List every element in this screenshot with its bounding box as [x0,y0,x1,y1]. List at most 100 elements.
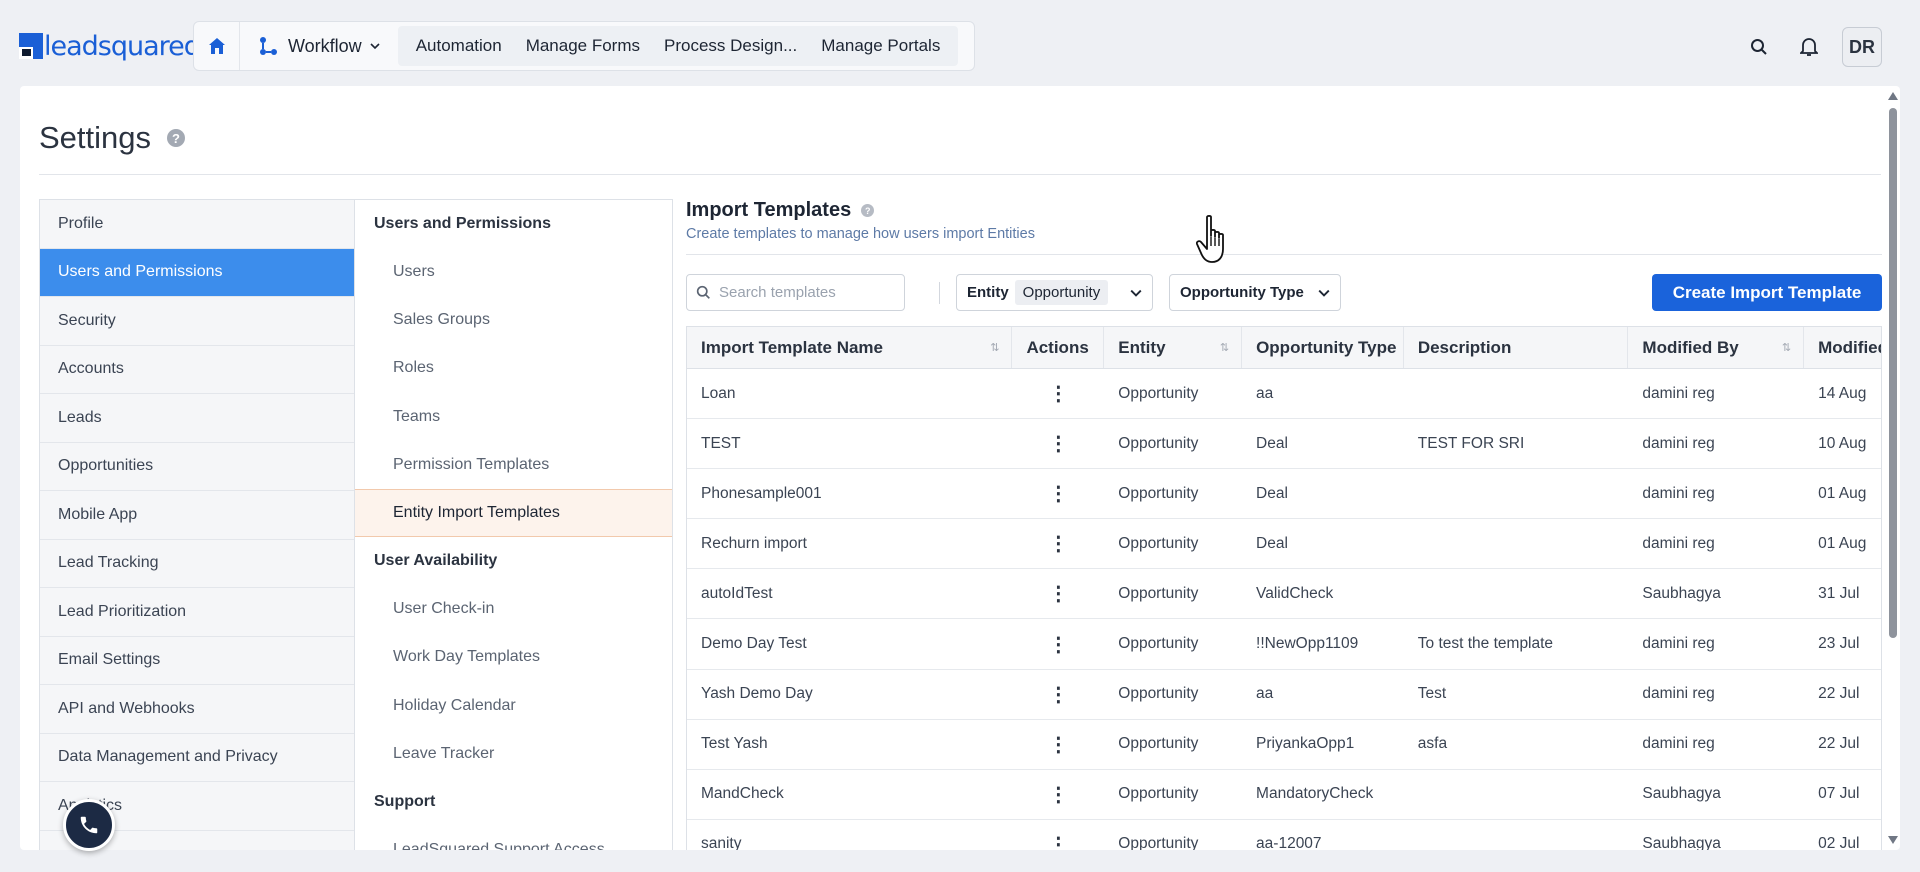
cell-description [1404,519,1629,568]
cell-name[interactable]: autoIdTest [687,569,1012,618]
cell-name[interactable]: TEST [687,419,1012,468]
table-row[interactable]: Rechurn import ⋮ Opportunity Deal damini reg… [687,519,1881,570]
search-button[interactable] [1742,30,1776,64]
workflow-label: Workflow [288,35,362,56]
submenu-item-support-access[interactable]: LeadSquared Support Access [355,826,672,850]
entity-filter[interactable]: Entity Opportunity [956,274,1153,311]
menu-item-accounts[interactable]: Accounts [40,345,354,394]
cell-entity: Opportunity [1118,484,1199,502]
submenu-item-holiday-calendar[interactable]: Holiday Calendar [355,682,672,730]
opportunity-type-filter[interactable]: Opportunity Type [1169,274,1341,311]
import-templates-panel: Import Templates ? Create templates to m… [686,199,1882,850]
cell-name[interactable]: MandCheck [687,770,1012,819]
cell-opportunity-type: aa-12007 [1256,835,1322,850]
row-actions-menu-icon[interactable]: ⋮ [1012,619,1104,668]
scroll-up-icon[interactable] [1888,92,1898,100]
submenu-item-sales-groups[interactable]: Sales Groups [355,296,672,344]
cell-modified-by: damini reg [1642,434,1715,452]
sort-icon[interactable]: ⇅ [990,341,999,354]
submenu-item-entity-import-templates[interactable]: Entity Import Templates [355,488,672,538]
row-actions-menu-icon[interactable]: ⋮ [1012,720,1104,769]
notifications-button[interactable] [1792,30,1826,64]
help-icon[interactable]: ? [861,204,875,217]
row-actions-menu-icon[interactable]: ⋮ [1012,469,1104,518]
menu-item-lead-prioritization[interactable]: Lead Prioritization [40,588,354,637]
col-header-description[interactable]: Description [1404,327,1629,368]
col-header-name[interactable]: Import Template Name ⇅ [687,327,1013,368]
row-actions-menu-icon[interactable]: ⋮ [1012,670,1104,719]
menu-item-email-settings[interactable]: Email Settings [40,636,354,685]
workflow-dropdown[interactable]: Workflow [240,28,396,64]
menu-item-lead-tracking[interactable]: Lead Tracking [40,539,354,588]
page-scrollbar[interactable] [1887,92,1899,844]
col-header-modified-on[interactable]: Modified On [1804,327,1881,368]
scroll-thumb[interactable] [1889,108,1897,638]
nav-manage-forms[interactable]: Manage Forms [514,36,652,56]
leadsquared-logo[interactable]: leadsquared [19,31,201,62]
menu-item-data-management[interactable]: Data Management and Privacy [40,733,354,782]
home-icon [208,38,225,54]
cell-name[interactable]: sanity [687,820,1012,850]
submenu-item-leave-tracker[interactable]: Leave Tracker [355,730,672,778]
menu-item-users-and-permissions[interactable]: Users and Permissions [40,248,354,297]
cell-name[interactable]: Demo Day Test [687,619,1012,668]
separator [939,282,940,304]
nav-manage-portals[interactable]: Manage Portals [809,36,952,56]
panel-title-text: Import Templates [686,199,852,221]
phone-button[interactable] [63,799,115,851]
col-header-actions: Actions [1012,327,1105,368]
cell-name[interactable]: Phonesample001 [687,469,1012,518]
table-row[interactable]: Loan ⋮ Opportunity aa damini reg 14 Aug [687,369,1881,420]
cell-name[interactable]: Rechurn import [687,519,1012,568]
table-row[interactable]: sanity ⋮ Opportunity aa-12007 Saubhagya 02 Ju… [687,820,1881,850]
menu-item-api-and-webhooks[interactable]: API and Webhooks [40,685,354,734]
home-button[interactable] [194,22,240,70]
table-row[interactable]: Phonesample001 ⋮ Opportunity Deal damini reg… [687,469,1881,520]
row-actions-menu-icon[interactable]: ⋮ [1012,569,1104,618]
col-header-entity[interactable]: Entity ⇅ [1104,327,1243,368]
submenu-item-work-day-templates[interactable]: Work Day Templates [355,633,672,681]
sort-icon[interactable]: ⇅ [1782,341,1791,354]
col-header-opportunity-type[interactable]: Opportunity Type [1242,327,1404,368]
user-avatar[interactable]: DR [1842,27,1882,67]
table-row[interactable]: TEST ⋮ Opportunity Deal TEST FOR SRI damini r… [687,419,1881,470]
menu-item-opportunities[interactable]: Opportunities [40,442,354,491]
settings-title: Settings [39,120,152,155]
search-input[interactable] [719,284,889,301]
create-import-template-button[interactable]: Create Import Template [1652,274,1882,311]
row-actions-menu-icon[interactable]: ⋮ [1012,820,1104,850]
scroll-down-icon[interactable] [1888,836,1898,844]
nav-automation[interactable]: Automation [404,36,514,56]
submenu-item-roles[interactable]: Roles [355,344,672,392]
cell-name[interactable]: Yash Demo Day [687,670,1012,719]
search-box[interactable] [686,274,905,311]
col-header-modified-by[interactable]: Modified By ⇅ [1628,327,1805,368]
sort-icon[interactable]: ⇅ [1220,341,1229,354]
table-row[interactable]: MandCheck ⋮ Opportunity MandatoryCheck Saubh… [687,770,1881,820]
submenu-item-user-check-in[interactable]: User Check-in [355,585,672,633]
row-actions-menu-icon[interactable]: ⋮ [1012,369,1104,418]
menu-item-leads[interactable]: Leads [40,394,354,443]
menu-item-security[interactable]: Security [40,297,354,346]
cell-entity: Opportunity [1118,735,1199,753]
nav-process-designer[interactable]: Process Design... [652,36,809,56]
menu-item-mobile-app[interactable]: Mobile App [40,491,354,540]
submenu-item-permission-templates[interactable]: Permission Templates [355,441,672,489]
row-actions-menu-icon[interactable]: ⋮ [1012,419,1104,468]
cell-name[interactable]: Loan [687,369,1012,418]
cell-name[interactable]: Test Yash [687,720,1012,769]
table-row[interactable]: Demo Day Test ⋮ Opportunity !!NewOpp1109 To … [687,619,1881,670]
help-icon[interactable]: ? [167,129,186,147]
row-actions-menu-icon[interactable]: ⋮ [1012,519,1104,568]
row-actions-menu-icon[interactable]: ⋮ [1012,770,1104,819]
submenu-item-users[interactable]: Users [355,248,672,296]
cell-entity: Opportunity [1118,534,1199,552]
table-row[interactable]: Yash Demo Day ⋮ Opportunity aa Test damini re… [687,670,1881,720]
menu-item-profile[interactable]: Profile [40,200,354,249]
type-filter-label: Opportunity Type [1180,284,1304,301]
cell-modified-by: damini reg [1642,534,1715,552]
panel-subtitle: Create templates to manage how users imp… [686,226,1035,242]
table-row[interactable]: Test Yash ⋮ Opportunity PriyankaOpp1 asfa dam… [687,720,1881,770]
table-row[interactable]: autoIdTest ⋮ Opportunity ValidCheck Saubhagy… [687,569,1881,620]
submenu-item-teams[interactable]: Teams [355,393,672,441]
